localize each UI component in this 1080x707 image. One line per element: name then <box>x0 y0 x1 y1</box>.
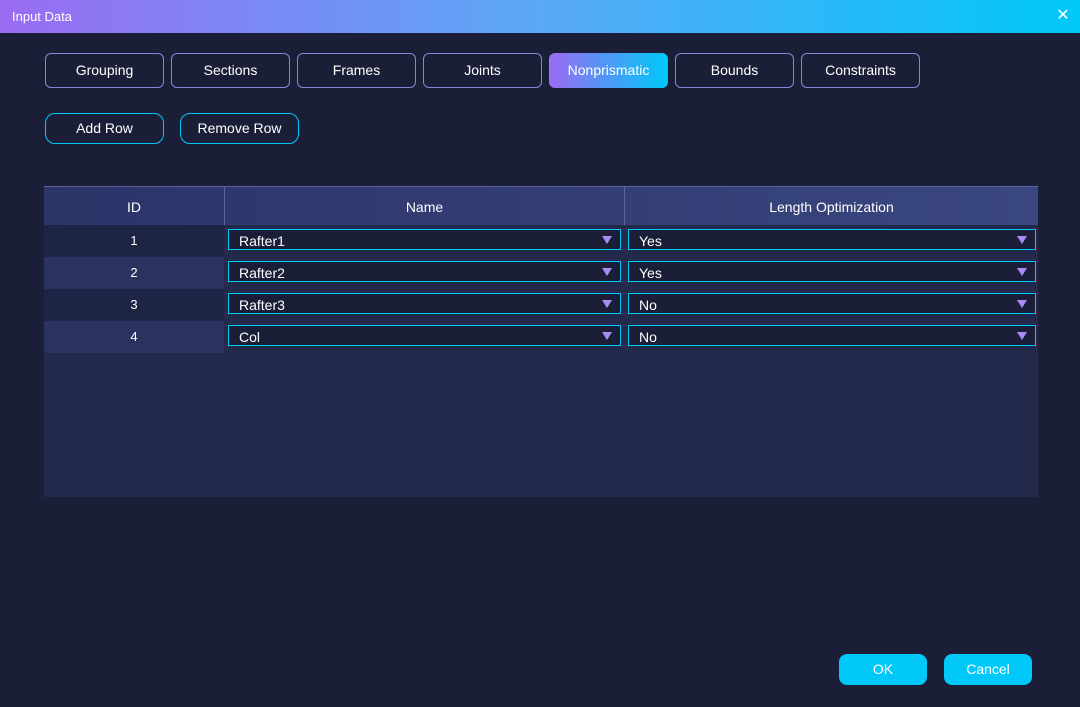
column-header-name: Name <box>224 187 624 225</box>
length-optimization-select[interactable]: No <box>628 293 1036 314</box>
name-select-value: Rafter2 <box>239 265 285 281</box>
name-select-value: Rafter1 <box>239 233 285 249</box>
name-select-value: Col <box>239 329 261 345</box>
length-optimization-value: No <box>639 297 657 313</box>
ok-button[interactable]: OK <box>839 654 927 685</box>
length-optimization-select[interactable]: Yes <box>628 229 1036 250</box>
length-optimization-select[interactable]: No <box>628 325 1036 346</box>
chevron-down-icon <box>602 300 612 308</box>
length-optimization-select[interactable]: Yes <box>628 261 1036 282</box>
table-row: 4 Col No <box>44 321 1038 353</box>
chevron-down-icon <box>1017 332 1027 340</box>
name-select[interactable]: Rafter3 <box>228 293 621 314</box>
remove-row-button[interactable]: Remove Row <box>180 113 299 144</box>
chevron-down-icon <box>1017 300 1027 308</box>
length-optimization-value: Yes <box>639 265 662 281</box>
title-bar: Input Data ✕ <box>0 0 1080 33</box>
name-select[interactable]: Rafter2 <box>228 261 621 282</box>
name-select[interactable]: Rafter1 <box>228 229 621 250</box>
tab-joints[interactable]: Joints <box>423 53 542 88</box>
tab-frames[interactable]: Frames <box>297 53 416 88</box>
add-row-button[interactable]: Add Row <box>45 113 164 144</box>
chevron-down-icon <box>1017 236 1027 244</box>
chevron-down-icon <box>602 236 612 244</box>
row-id: 1 <box>44 225 224 257</box>
row-id: 2 <box>44 257 224 289</box>
length-optimization-value: No <box>639 329 657 345</box>
chevron-down-icon <box>602 332 612 340</box>
table-row: 3 Rafter3 No <box>44 289 1038 321</box>
tab-sections[interactable]: Sections <box>171 53 290 88</box>
tab-constraints[interactable]: Constraints <box>801 53 920 88</box>
column-header-id: ID <box>127 199 141 215</box>
cancel-button[interactable]: Cancel <box>944 654 1032 685</box>
table-row: 1 Rafter1 Yes <box>44 225 1038 257</box>
row-id: 3 <box>44 289 224 321</box>
window-title: Input Data <box>12 9 72 24</box>
data-table: ID Name Length Optimization 1 Rafter1 Ye… <box>44 186 1038 497</box>
chevron-down-icon <box>602 268 612 276</box>
name-select[interactable]: Col <box>228 325 621 346</box>
row-id: 4 <box>44 321 224 353</box>
length-optimization-value: Yes <box>639 233 662 249</box>
chevron-down-icon <box>1017 268 1027 276</box>
tab-nonprismatic[interactable]: Nonprismatic <box>549 53 668 88</box>
table-row: 2 Rafter2 Yes <box>44 257 1038 289</box>
tab-bounds[interactable]: Bounds <box>675 53 794 88</box>
column-header-length-optimization: Length Optimization <box>624 187 1038 225</box>
tab-grouping[interactable]: Grouping <box>45 53 164 88</box>
table-header: ID Name Length Optimization <box>44 186 1038 225</box>
close-icon[interactable]: ✕ <box>1054 6 1072 26</box>
name-select-value: Rafter3 <box>239 297 285 313</box>
